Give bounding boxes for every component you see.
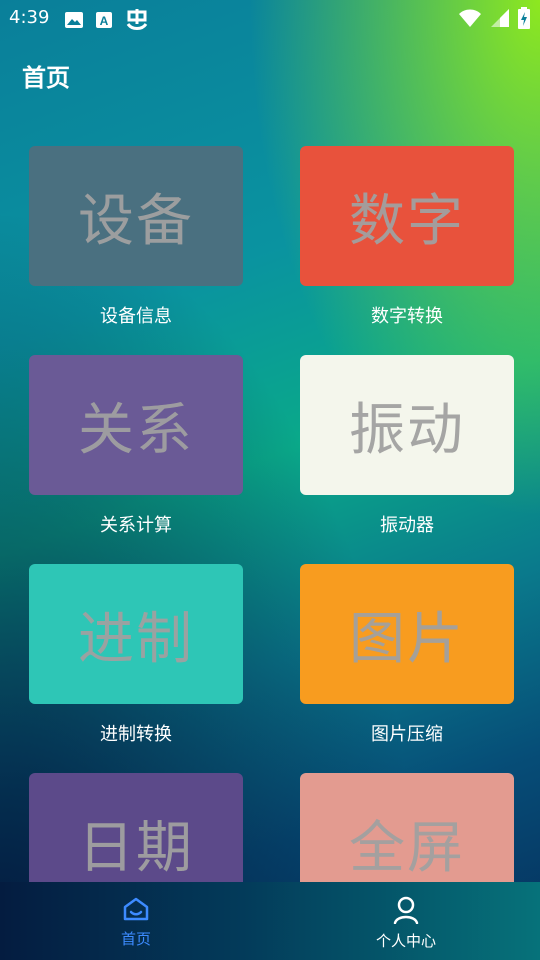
tile-card[interactable]: 设备 xyxy=(29,146,243,286)
bottom-tab-bar: 首页 个人中心 xyxy=(0,882,540,960)
tile-card[interactable]: 图片 xyxy=(300,564,514,704)
tab-home-label: 首页 xyxy=(120,930,151,948)
tab-profile[interactable]: 个人中心 xyxy=(346,896,466,951)
svg-text:A: A xyxy=(100,14,109,28)
status-bar: 4:39 A xyxy=(0,0,540,38)
tile-date[interactable]: 日期 xyxy=(29,773,243,882)
tile-card[interactable]: 全屏 xyxy=(300,773,514,882)
tile-device-info[interactable]: 设备 设备信息 xyxy=(29,146,243,328)
keyboard-a-icon: A xyxy=(94,10,114,34)
tile-relation-calc[interactable]: 关系 关系计算 xyxy=(29,355,243,537)
app-glyph-icon xyxy=(124,8,150,36)
tile-caption: 关系计算 xyxy=(100,515,172,536)
person-icon xyxy=(393,896,419,928)
signal-icon xyxy=(490,8,510,32)
wifi-icon xyxy=(458,8,482,32)
tile-number-convert[interactable]: 数字 数字转换 xyxy=(300,146,514,328)
tile-card[interactable]: 日期 xyxy=(29,773,243,882)
tile-caption: 振动器 xyxy=(380,515,434,536)
tile-base-convert[interactable]: 进制 进制转换 xyxy=(29,564,243,746)
tile-card[interactable]: 关系 xyxy=(29,355,243,495)
tile-card[interactable]: 数字 xyxy=(300,146,514,286)
tile-caption: 图片压缩 xyxy=(371,724,443,745)
image-icon xyxy=(64,11,84,33)
tile-card[interactable]: 进制 xyxy=(29,564,243,704)
tile-caption: 数字转换 xyxy=(371,306,443,327)
tile-vibrator[interactable]: 振动 振动器 xyxy=(300,355,514,537)
tab-profile-label: 个人中心 xyxy=(375,932,436,950)
tile-image-compress[interactable]: 图片 图片压缩 xyxy=(300,564,514,746)
tile-caption: 设备信息 xyxy=(100,306,172,327)
tile-card[interactable]: 振动 xyxy=(300,355,514,495)
tile-caption: 进制转换 xyxy=(100,724,172,745)
page-title: 首页 xyxy=(22,64,70,92)
home-icon xyxy=(122,897,150,926)
tile-fullscreen[interactable]: 全屏 xyxy=(300,773,514,882)
tab-home[interactable]: 首页 xyxy=(76,896,196,949)
tools-grid: 设备 设备信息 数字 数字转换 关系 关系计算 振动 振动器 进制 进制转换 图… xyxy=(0,146,540,882)
status-time: 4:39 xyxy=(9,7,50,28)
battery-charging-icon xyxy=(518,7,530,33)
